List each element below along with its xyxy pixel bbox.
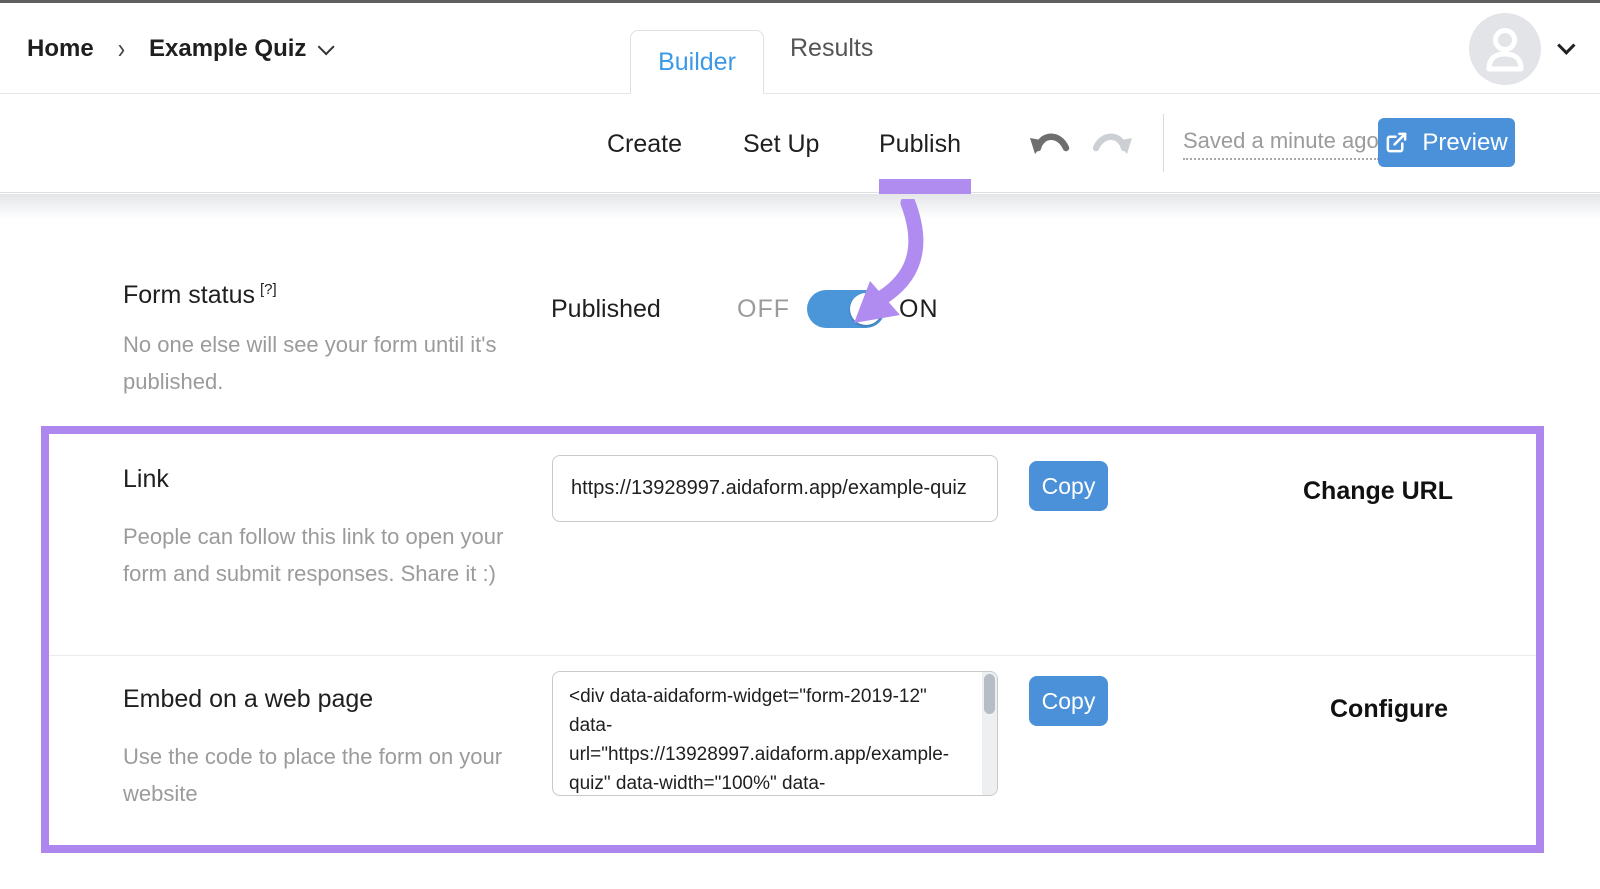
undo-icon (1028, 124, 1072, 164)
toolbar-tab-setup[interactable]: Set Up (743, 95, 819, 193)
toggle-off-label: OFF (737, 295, 790, 324)
external-link-icon (1385, 131, 1408, 154)
tab-results-label: Results (790, 34, 873, 63)
account-chevron-down-icon[interactable] (1557, 36, 1575, 54)
copy-link-button[interactable]: Copy (1029, 461, 1108, 511)
breadcrumb-home[interactable]: Home (27, 35, 94, 63)
form-status-title-label: Form status (123, 281, 255, 309)
publish-tab-highlight (879, 179, 971, 194)
toolbar-tab-publish-label: Publish (879, 130, 961, 159)
form-status-description: No one else will see your form until it'… (123, 326, 553, 400)
redo-icon (1090, 124, 1134, 164)
change-url-button[interactable]: Change URL (1303, 477, 1453, 506)
published-label: Published (551, 295, 737, 324)
embed-section-title: Embed on a web page (123, 685, 373, 714)
link-section-description: People can follow this link to open your… (123, 518, 523, 592)
form-url-input[interactable] (552, 455, 998, 522)
toolbar-tab-create[interactable]: Create (607, 95, 682, 193)
breadcrumb: Home › Example Quiz (27, 3, 330, 94)
header-account-area (1469, 3, 1570, 94)
toolbar-divider (1163, 114, 1164, 172)
preview-button[interactable]: Preview (1378, 118, 1515, 167)
form-status-title: Form status [?] (123, 281, 553, 310)
toolbar-tab-setup-label: Set Up (743, 130, 819, 159)
preview-button-label: Preview (1422, 129, 1507, 157)
builder-toolbar: Create Set Up Publish Saved a minute ago… (0, 95, 1600, 193)
user-icon (1483, 25, 1527, 73)
breadcrumb-current[interactable]: Example Quiz (149, 35, 330, 63)
saved-status: Saved a minute ago (1183, 95, 1379, 193)
redo-button[interactable] (1090, 124, 1134, 169)
undo-button[interactable] (1028, 124, 1072, 169)
chevron-down-icon (318, 38, 335, 55)
toolbar-tab-create-label: Create (607, 130, 682, 159)
published-toggle[interactable] (807, 290, 885, 328)
share-highlight-box: Link People can follow this link to open… (41, 426, 1544, 853)
embed-code-textarea[interactable]: <div data-aidaform-widget="form-2019-12"… (552, 671, 998, 796)
breadcrumb-separator-icon: › (118, 32, 125, 65)
section-divider (49, 655, 1536, 656)
help-icon[interactable]: [?] (260, 281, 277, 298)
configure-button[interactable]: Configure (1330, 695, 1448, 724)
header-bar: Home › Example Quiz Builder Results (0, 3, 1600, 94)
tab-results[interactable]: Results (790, 3, 873, 94)
form-status-section: Form status [?] No one else will see your… (123, 281, 553, 400)
copy-embed-button[interactable]: Copy (1029, 676, 1108, 726)
published-toggle-row: Published OFF ON (551, 290, 939, 328)
breadcrumb-current-label: Example Quiz (149, 35, 306, 63)
link-section-title: Link (123, 465, 169, 494)
saved-status-label[interactable]: Saved a minute ago (1183, 128, 1379, 160)
tab-builder-label: Builder (658, 48, 736, 77)
scrollbar-thumb[interactable] (984, 674, 995, 714)
toggle-on-label: ON (899, 295, 939, 324)
avatar[interactable] (1469, 13, 1541, 85)
embed-section-description: Use the code to place the form on your w… (123, 738, 523, 812)
tab-builder[interactable]: Builder (630, 30, 764, 94)
toggle-knob (850, 293, 882, 325)
embed-code-container: <div data-aidaform-widget="form-2019-12"… (552, 671, 998, 796)
